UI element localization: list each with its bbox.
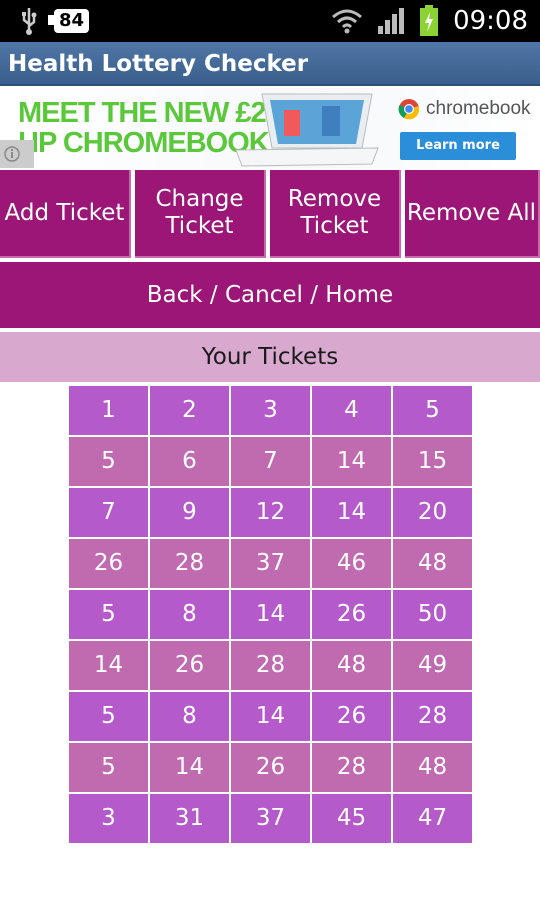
ticket-number-cell[interactable]: 14	[150, 743, 229, 792]
add-ticket-label: Add Ticket	[4, 199, 125, 226]
ticket-number-cell[interactable]: 26	[312, 590, 391, 639]
app-title: Health Lottery Checker	[8, 51, 309, 77]
ticket-number-cell[interactable]: 48	[393, 743, 472, 792]
ticket-number-cell[interactable]: 45	[312, 794, 391, 843]
ticket-number-cell[interactable]: 5	[69, 692, 148, 741]
ticket-number-cell[interactable]: 2	[150, 386, 229, 435]
ticket-number-cell[interactable]: 8	[150, 692, 229, 741]
ticket-number-cell[interactable]: 5	[69, 437, 148, 486]
change-ticket-button[interactable]: Change Ticket	[135, 170, 266, 258]
tickets-grid: 1 2 3 4 5 5 6 7 14 15 7 9 12 14 20 26 28 37 46 48 5 8 14 26 50 14…	[69, 386, 473, 843]
remove-ticket-button[interactable]: Remove Ticket	[270, 170, 401, 258]
ticket-number-cell[interactable]: 26	[231, 743, 310, 792]
battery-charging-icon	[420, 5, 439, 36]
ticket-number-cell[interactable]: 47	[393, 794, 472, 843]
remove-all-button[interactable]: Remove All	[405, 170, 540, 258]
back-cancel-home-button[interactable]: Back / Cancel / Home	[0, 262, 540, 328]
ticket-number-cell[interactable]: 49	[393, 641, 472, 690]
usb-icon	[22, 8, 37, 35]
ticket-number-cell[interactable]: 26	[150, 641, 229, 690]
ticket-number-cell[interactable]: 48	[393, 539, 472, 588]
ticket-number-cell[interactable]: 48	[312, 641, 391, 690]
ticket-number-cell[interactable]: 28	[231, 641, 310, 690]
ticket-number-cell[interactable]: 28	[150, 539, 229, 588]
ticket-number-cell[interactable]: 46	[312, 539, 391, 588]
chrome-logo-icon	[398, 99, 420, 120]
wifi-icon	[332, 9, 363, 34]
ticket-number-cell[interactable]: 15	[393, 437, 472, 486]
remove-all-label: Remove All	[406, 199, 537, 226]
ticket-number-cell[interactable]: 14	[312, 488, 391, 537]
change-ticket-label: Change Ticket	[155, 186, 244, 239]
signal-icon	[378, 8, 405, 34]
ticket-number-cell[interactable]: 14	[312, 437, 391, 486]
ticket-number-cell[interactable]: 26	[69, 539, 148, 588]
add-ticket-button[interactable]: Add Ticket	[0, 170, 131, 258]
app-title-bar: Health Lottery Checker	[0, 42, 540, 86]
ticket-number-cell[interactable]: 37	[231, 794, 310, 843]
ticket-number-cell[interactable]: 12	[231, 488, 310, 537]
ticket-number-cell[interactable]: 5	[393, 386, 472, 435]
ad-info-icon[interactable]	[0, 140, 34, 168]
action-button-row: Add Ticket Change Ticket Remove Ticket R…	[0, 170, 540, 258]
notification-badge: 84	[47, 9, 90, 33]
status-bar: 84 09:08	[0, 0, 540, 42]
ticket-number-cell[interactable]: 28	[393, 692, 472, 741]
ticket-number-cell[interactable]: 7	[69, 488, 148, 537]
ticket-number-cell[interactable]: 20	[393, 488, 472, 537]
ticket-number-cell[interactable]: 5	[69, 590, 148, 639]
remove-ticket-label: Remove Ticket	[287, 186, 382, 239]
ticket-number-cell[interactable]: 1	[69, 386, 148, 435]
ticket-number-cell[interactable]: 8	[150, 590, 229, 639]
status-right: 09:08	[331, 4, 528, 38]
ticket-number-cell[interactable]: 4	[312, 386, 391, 435]
ad-banner[interactable]: MEET THE NEW £229 HP CHROMEBOOK chromebo…	[0, 88, 540, 168]
ticket-number-cell[interactable]: 6	[150, 437, 229, 486]
ticket-number-cell[interactable]: 9	[150, 488, 229, 537]
ticket-number-cell[interactable]: 14	[69, 641, 148, 690]
ticket-number-cell[interactable]: 37	[231, 539, 310, 588]
clock: 09:08	[453, 6, 528, 36]
ticket-number-cell[interactable]: 31	[150, 794, 229, 843]
ticket-number-cell[interactable]: 14	[231, 590, 310, 639]
status-left: 84	[18, 6, 90, 36]
ticket-number-cell[interactable]: 14	[231, 692, 310, 741]
learn-more-button[interactable]: Learn more	[400, 132, 516, 160]
ticket-number-cell[interactable]: 50	[393, 590, 472, 639]
ticket-number-cell[interactable]: 3	[69, 794, 148, 843]
ticket-number-cell[interactable]: 3	[231, 386, 310, 435]
chromebook-text: chromebook	[426, 98, 531, 119]
ticket-number-cell[interactable]: 5	[69, 743, 148, 792]
ticket-number-cell[interactable]: 26	[312, 692, 391, 741]
info-icon	[4, 146, 20, 162]
ticket-number-cell[interactable]: 28	[312, 743, 391, 792]
laptop-image	[235, 93, 379, 167]
section-title: Your Tickets	[0, 332, 540, 382]
ticket-number-cell[interactable]: 7	[231, 437, 310, 486]
chromebook-brand: chromebook	[398, 98, 531, 120]
